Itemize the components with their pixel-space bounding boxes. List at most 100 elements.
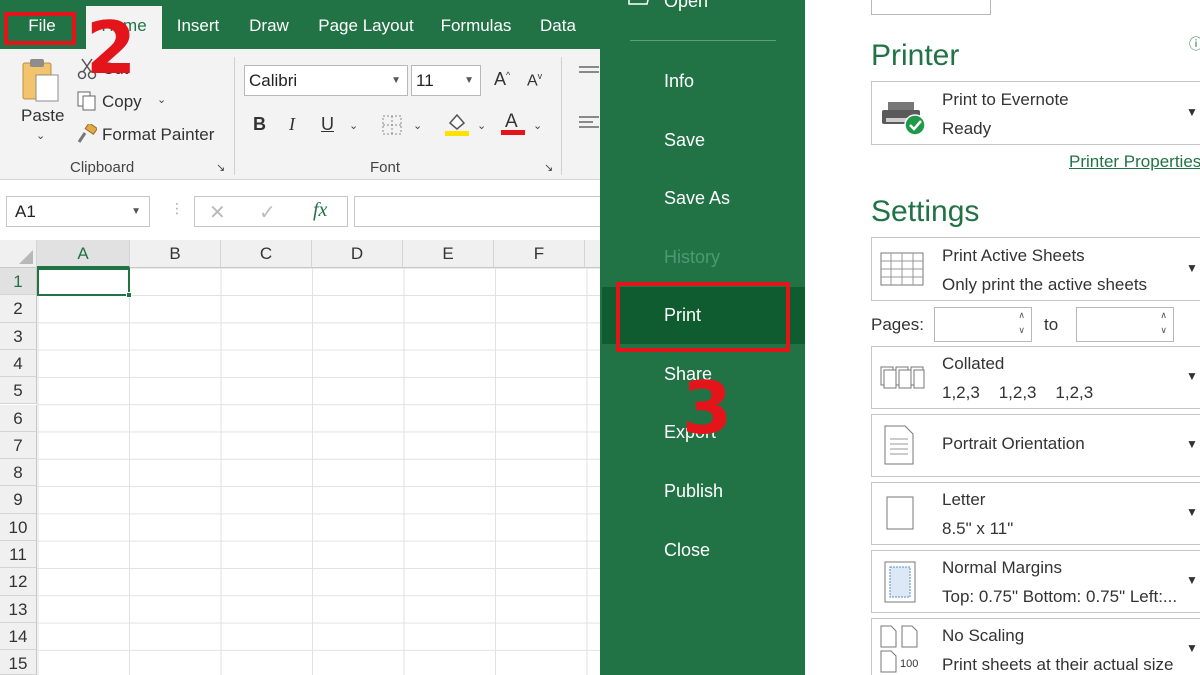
svg-text:A: A: [505, 111, 518, 132]
format-painter-icon[interactable]: [77, 122, 99, 149]
column-header[interactable]: C: [221, 240, 312, 268]
font-color-icon[interactable]: A: [500, 109, 526, 142]
row-header[interactable]: 12: [0, 568, 37, 596]
paste-button[interactable]: Paste: [21, 106, 64, 126]
tab-insert[interactable]: Insert: [170, 0, 226, 49]
underline-dropdown-icon[interactable]: ⌄: [349, 119, 358, 132]
font-color-dropdown-icon[interactable]: ⌄: [533, 119, 542, 132]
print-what-dropdown[interactable]: Print Active Sheets Only print the activ…: [871, 237, 1200, 301]
underline-button[interactable]: U: [321, 114, 334, 135]
file-tab-highlight: [4, 12, 76, 45]
row-header[interactable]: 9: [0, 486, 37, 514]
spin-up-icon[interactable]: ∧: [1160, 310, 1167, 321]
portrait-page-icon: [884, 425, 914, 470]
printer-properties-link[interactable]: Printer Properties: [1069, 152, 1200, 172]
row-header[interactable]: 5: [0, 377, 37, 405]
select-all-corner[interactable]: [0, 240, 37, 268]
formula-input[interactable]: [354, 196, 600, 227]
insert-function-icon[interactable]: fx: [313, 199, 327, 222]
row-header[interactable]: 13: [0, 595, 37, 623]
open-folder-icon: [628, 0, 650, 13]
borders-dropdown-icon[interactable]: ⌄: [413, 119, 422, 132]
copy-dropdown-icon[interactable]: ⌄: [157, 93, 166, 106]
backstage-save-as[interactable]: Save As: [664, 188, 730, 209]
row-header[interactable]: 14: [0, 622, 37, 651]
row-header[interactable]: 4: [0, 349, 37, 378]
increase-font-size-icon[interactable]: A^: [494, 69, 510, 90]
orientation-dropdown[interactable]: Portrait Orientation ▼: [871, 414, 1200, 477]
name-box-value: A1: [15, 202, 36, 221]
row-header[interactable]: 6: [0, 404, 37, 432]
font-family-dropdown[interactable]: Calibri ▼: [244, 65, 408, 96]
copy-button[interactable]: Copy: [102, 92, 142, 112]
italic-button[interactable]: I: [289, 114, 295, 135]
tab-page-layout[interactable]: Page Layout: [312, 0, 420, 49]
font-family-value: Calibri: [249, 71, 298, 90]
format-painter-button[interactable]: Format Painter: [102, 125, 214, 145]
clipboard-launcher-icon[interactable]: ↘: [216, 161, 225, 174]
tab-draw[interactable]: Draw: [240, 0, 298, 49]
backstage-nav: Open Info Save Save As History Print Sha…: [600, 0, 805, 675]
column-header[interactable]: E: [403, 240, 494, 268]
chevron-down-icon: ▼: [1186, 505, 1198, 519]
tab-formulas[interactable]: Formulas: [434, 0, 518, 49]
paper-size-subtitle: 8.5" x 11": [942, 519, 1014, 538]
confirm-entry-icon[interactable]: ✓: [259, 200, 276, 225]
align-left-icon[interactable]: [579, 115, 599, 136]
backstage-info[interactable]: Info: [664, 71, 694, 92]
copies-input[interactable]: [871, 0, 991, 15]
bold-button[interactable]: B: [253, 114, 266, 135]
borders-icon[interactable]: [382, 115, 402, 140]
row-header[interactable]: 7: [0, 431, 37, 460]
fill-color-icon[interactable]: [444, 111, 470, 142]
row-header[interactable]: 10: [0, 513, 37, 541]
spin-down-icon[interactable]: ∨: [1160, 325, 1167, 336]
row-header[interactable]: 2: [0, 295, 37, 323]
paste-dropdown-icon[interactable]: ⌄: [36, 129, 45, 142]
fill-handle[interactable]: [126, 292, 132, 298]
collation-dropdown[interactable]: Collated 1,2,3 1,2,3 1,2,3 ▼: [871, 346, 1200, 409]
tab-data[interactable]: Data: [532, 0, 584, 49]
collation-title: Collated: [942, 354, 1005, 373]
row-header[interactable]: 15: [0, 650, 37, 675]
row-header[interactable]: 3: [0, 322, 37, 350]
pages-from-input[interactable]: ∧ ∨: [934, 307, 1032, 342]
print-settings-pane: Printer ⓘ Print to Evernote Ready ▼ Prin…: [805, 0, 1200, 675]
column-header[interactable]: A: [37, 240, 130, 268]
column-header[interactable]: D: [312, 240, 403, 268]
font-launcher-icon[interactable]: ↘: [544, 161, 553, 174]
info-icon[interactable]: ⓘ: [1189, 34, 1200, 54]
backstage-close[interactable]: Close: [664, 540, 710, 561]
font-size-dropdown[interactable]: 11 ▼: [411, 65, 481, 96]
spin-up-icon[interactable]: ∧: [1018, 310, 1025, 321]
worksheet-grid: A B C D E F 1 2 3 4 5 6 7 8 9 10 11 12 1…: [0, 240, 600, 675]
scaling-dropdown[interactable]: 100 No Scaling Print sheets at their act…: [871, 618, 1200, 675]
active-cell[interactable]: [37, 268, 132, 298]
paste-icon[interactable]: [20, 57, 62, 108]
decrease-font-size-icon[interactable]: Av: [527, 71, 542, 90]
row-header[interactable]: 1: [0, 268, 37, 296]
align-top-icon[interactable]: [579, 65, 599, 84]
paper-size-dropdown[interactable]: Letter 8.5" x 11" ▼: [871, 482, 1200, 545]
fill-color-dropdown-icon[interactable]: ⌄: [477, 119, 486, 132]
margins-icon: [884, 561, 916, 608]
row-header[interactable]: 11: [0, 541, 37, 569]
chevron-down-icon: ▼: [1186, 641, 1198, 655]
column-header[interactable]: B: [130, 240, 221, 268]
margins-dropdown[interactable]: Normal Margins Top: 0.75" Bottom: 0.75" …: [871, 550, 1200, 613]
cancel-entry-icon[interactable]: ✕: [209, 200, 226, 225]
row-header[interactable]: 8: [0, 459, 37, 487]
formula-bar: A1 ▼ ⋮ ✕ ✓ fx: [0, 180, 600, 240]
spin-down-icon[interactable]: ∨: [1018, 325, 1025, 336]
name-box[interactable]: A1 ▼: [6, 196, 150, 227]
backstage-save[interactable]: Save: [664, 130, 705, 151]
copy-icon[interactable]: [77, 91, 97, 116]
printer-dropdown[interactable]: Print to Evernote Ready ▼: [871, 81, 1200, 145]
backstage-open[interactable]: Open: [664, 0, 708, 12]
column-header[interactable]: F: [494, 240, 585, 268]
backstage-publish[interactable]: Publish: [664, 481, 723, 502]
settings-section-title: Settings: [871, 195, 980, 228]
chevron-down-icon[interactable]: ▼: [131, 197, 141, 226]
cell-area[interactable]: [37, 268, 600, 675]
pages-to-input[interactable]: ∧ ∨: [1076, 307, 1174, 342]
